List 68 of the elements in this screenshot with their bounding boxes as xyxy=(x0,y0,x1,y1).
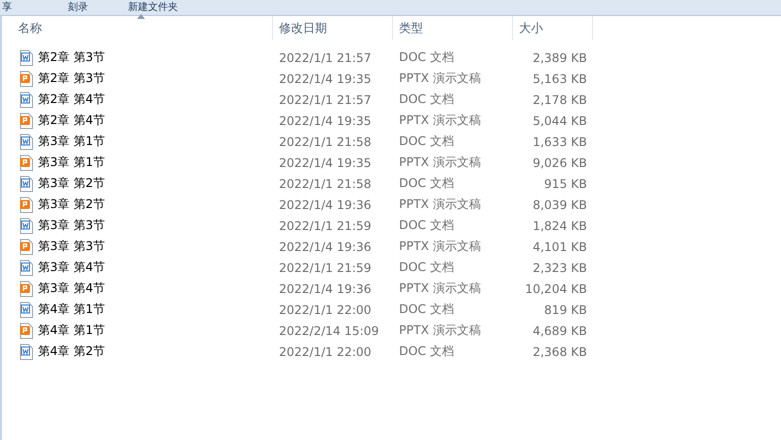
file-name[interactable]: 第3章 第4节 xyxy=(38,259,106,276)
modified-date: 2022/1/1 21:59 xyxy=(278,260,372,274)
column-header[interactable]: 类型 xyxy=(393,16,513,40)
file-name[interactable]: 第3章 第3节 xyxy=(38,238,106,255)
file-size: 5,163 KB xyxy=(532,72,588,86)
file-name[interactable]: 第2章 第3节 xyxy=(38,70,106,87)
file-type: PPTX 演示文稿 xyxy=(398,280,482,297)
file-size: 2,389 KB xyxy=(532,50,588,64)
file-type: PPTX 演示文稿 xyxy=(398,322,482,339)
modified-date: 2022/1/4 19:36 xyxy=(278,198,372,212)
modified-date: 2022/1/1 21:57 xyxy=(278,50,372,64)
file-size: 1,824 KB xyxy=(532,218,588,232)
file-size: 2,178 KB xyxy=(532,92,588,106)
modified-date: 2022/1/1 21:58 xyxy=(278,134,372,148)
file-size: 1,633 KB xyxy=(532,134,588,148)
file-name[interactable]: 第4章 第1节 xyxy=(38,322,106,339)
modified-date: 2022/1/4 19:36 xyxy=(278,240,372,254)
file-size: 2,323 KB xyxy=(532,260,588,274)
file-size: 2,368 KB xyxy=(532,344,588,358)
column-header[interactable]: 大小 xyxy=(513,16,593,40)
modified-date: 2022/1/1 21:59 xyxy=(278,218,372,232)
file-size: 5,044 KB xyxy=(532,114,588,128)
file-name[interactable]: 第2章 第4节 xyxy=(38,91,106,108)
modified-date: 2022/2/14 15:09 xyxy=(278,324,380,338)
file-size: 819 KB xyxy=(543,302,588,316)
file-type: PPTX 演示文稿 xyxy=(398,154,482,171)
file-type: DOC 文档 xyxy=(398,91,455,108)
column-header[interactable]: 名称 xyxy=(2,16,273,40)
file-name[interactable]: 第3章 第1节 xyxy=(38,154,106,171)
file-type: DOC 文档 xyxy=(398,259,455,276)
file-type: PPTX 演示文稿 xyxy=(398,238,482,255)
file-name[interactable]: 第4章 第1节 xyxy=(38,301,106,318)
file-name[interactable]: 第2章 第4节 xyxy=(38,112,106,129)
file-type: DOC 文档 xyxy=(398,343,455,360)
toolbar-button[interactable]: 享 xyxy=(2,1,12,14)
file-type: DOC 文档 xyxy=(398,133,455,150)
file-size: 4,689 KB xyxy=(532,324,588,338)
file-name[interactable]: 第4章 第2节 xyxy=(38,343,106,360)
modified-date: 2022/1/4 19:35 xyxy=(278,114,372,128)
file-name[interactable]: 第3章 第4节 xyxy=(38,280,106,297)
modified-date: 2022/1/1 21:58 xyxy=(278,176,372,190)
file-size: 4,101 KB xyxy=(532,240,588,254)
modified-date: 2022/1/1 22:00 xyxy=(278,302,372,316)
file-type: PPTX 演示文稿 xyxy=(398,196,482,213)
file-type: PPTX 演示文稿 xyxy=(398,70,482,87)
file-type: DOC 文档 xyxy=(398,175,455,192)
modified-date: 2022/1/4 19:36 xyxy=(278,282,372,296)
file-type: PPTX 演示文稿 xyxy=(398,112,482,129)
file-size: 9,026 KB xyxy=(532,156,588,170)
file-type: DOC 文档 xyxy=(398,49,455,66)
file-name[interactable]: 第2章 第3节 xyxy=(38,49,106,66)
file-name[interactable]: 第3章 第3节 xyxy=(38,217,106,234)
file-type: DOC 文档 xyxy=(398,217,455,234)
file-type: DOC 文档 xyxy=(398,301,455,318)
file-size: 8,039 KB xyxy=(532,198,588,212)
modified-date: 2022/1/4 19:35 xyxy=(278,156,372,170)
modified-date: 2022/1/4 19:35 xyxy=(278,72,372,86)
sort-arrow-icon xyxy=(137,14,145,19)
file-name[interactable]: 第3章 第1节 xyxy=(38,133,106,150)
column-header[interactable]: 修改日期 xyxy=(273,16,393,40)
file-name[interactable]: 第3章 第2节 xyxy=(38,175,106,192)
modified-date: 2022/1/1 21:57 xyxy=(278,92,372,106)
file-name[interactable]: 第3章 第2节 xyxy=(38,196,106,213)
file-size: 10,204 KB xyxy=(524,282,588,296)
file-size: 915 KB xyxy=(543,176,588,190)
modified-date: 2022/1/1 22:00 xyxy=(278,344,372,358)
toolbar-button[interactable]: 新建文件夹 xyxy=(128,1,178,14)
toolbar-button[interactable]: 刻录 xyxy=(68,1,88,14)
